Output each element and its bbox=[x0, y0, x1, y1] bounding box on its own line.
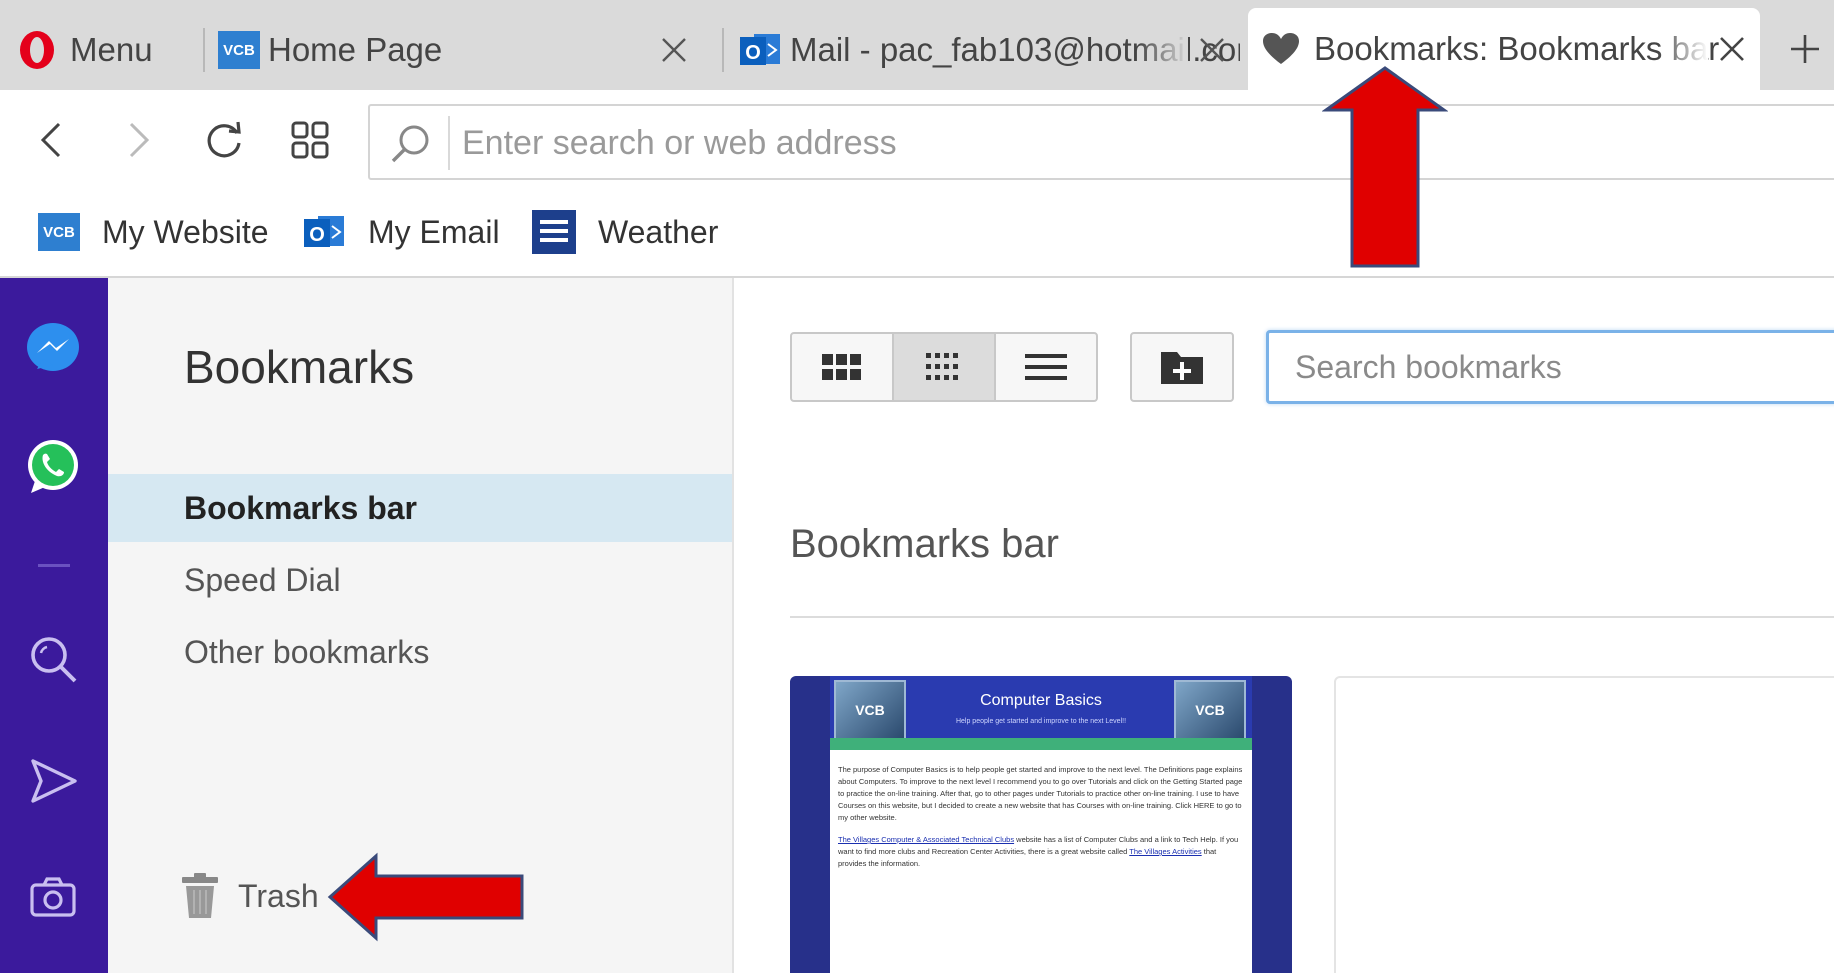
folder-speed-dial[interactable]: Speed Dial bbox=[108, 546, 732, 614]
view-mode-toggle bbox=[790, 332, 1098, 402]
section-divider bbox=[790, 616, 1834, 618]
new-tab-button[interactable] bbox=[1775, 18, 1834, 80]
address-toolbar bbox=[0, 90, 1834, 186]
bookmarks-bar: VCB My Website O My Email Weather bbox=[0, 186, 1834, 278]
section-title: Bookmarks bar bbox=[790, 522, 1059, 566]
bookmark-label: My Email bbox=[368, 213, 500, 250]
chevron-right-icon bbox=[129, 122, 150, 158]
search-icon bbox=[391, 125, 429, 163]
chevron-left-icon bbox=[40, 122, 61, 158]
thumbnail-paragraph: The Villages Computer & Associated Techn… bbox=[838, 834, 1244, 870]
bookmarks-main: Bookmarks bar Computer Basics Help peopl… bbox=[734, 278, 1834, 973]
weather-channel-icon bbox=[532, 210, 576, 254]
small-grid-view-button[interactable] bbox=[894, 334, 996, 400]
bookmark-label: Weather bbox=[598, 213, 719, 250]
heart-icon bbox=[1262, 32, 1300, 66]
plus-icon bbox=[1791, 35, 1819, 63]
search-icon bbox=[31, 637, 77, 683]
tab-fade bbox=[1138, 10, 1188, 90]
annotation-arrow-left bbox=[327, 852, 524, 942]
back-button[interactable] bbox=[26, 114, 78, 166]
forward-button[interactable] bbox=[112, 114, 164, 166]
opera-menu-button[interactable]: Menu bbox=[18, 10, 198, 90]
close-icon[interactable] bbox=[1194, 32, 1230, 68]
vcb-logo: VCB bbox=[1174, 680, 1246, 740]
menu-label: Menu bbox=[70, 31, 153, 68]
outlook-icon: O bbox=[740, 30, 782, 70]
bookmark-label: My Website bbox=[102, 213, 269, 250]
folder-label: Bookmarks bar bbox=[184, 489, 417, 526]
svg-text:O: O bbox=[309, 224, 325, 246]
close-icon[interactable] bbox=[1714, 31, 1750, 67]
bookmark-weather[interactable]: Weather bbox=[532, 208, 718, 256]
bookmark-thumbnail-my-website[interactable]: Computer Basics Help people get started … bbox=[790, 676, 1292, 973]
trash-label: Trash bbox=[238, 877, 319, 914]
address-divider bbox=[448, 116, 450, 170]
search-bookmarks-field[interactable] bbox=[1266, 330, 1834, 404]
snapshot-button[interactable] bbox=[22, 866, 84, 928]
add-folder-icon bbox=[1161, 352, 1203, 384]
thumbnail-paragraph: The purpose of Computer Basics is to hel… bbox=[838, 765, 1243, 822]
large-grid-icon bbox=[822, 354, 861, 380]
outlook-icon: O bbox=[304, 212, 346, 252]
thumbnail-body: The purpose of Computer Basics is to hel… bbox=[830, 750, 1252, 973]
thumbnail-nav bbox=[830, 738, 1252, 750]
opera-logo-icon bbox=[18, 29, 56, 71]
small-grid-icon bbox=[926, 353, 958, 380]
search-panel-button[interactable] bbox=[22, 628, 84, 690]
vcb-logo: VCB bbox=[834, 680, 906, 740]
vcb-icon: VCB bbox=[38, 213, 80, 251]
large-grid-view-button[interactable] bbox=[792, 334, 894, 400]
send-icon bbox=[31, 759, 77, 803]
tab-title: Home Page bbox=[268, 31, 443, 68]
bookmark-thumbnail-my-email[interactable] bbox=[1334, 676, 1834, 973]
bookmark-my-website[interactable]: VCB My Website bbox=[38, 208, 269, 256]
folder-label: Other bookmarks bbox=[184, 633, 430, 670]
bookmark-my-email[interactable]: O My Email bbox=[304, 208, 500, 256]
address-field[interactable] bbox=[368, 104, 1834, 180]
grid-icon bbox=[291, 121, 329, 159]
rail-divider bbox=[38, 564, 70, 567]
new-folder-button[interactable] bbox=[1130, 332, 1234, 402]
trash-icon bbox=[182, 873, 218, 918]
folder-bookmarks-bar[interactable]: Bookmarks bar bbox=[108, 474, 732, 542]
page-title: Bookmarks bbox=[184, 341, 415, 393]
messenger-icon bbox=[27, 323, 79, 371]
tab-mail[interactable]: O Mail - pac_fab103@hotmail.com bbox=[740, 10, 1240, 90]
thumbnail-link: The Villages Activities bbox=[1129, 847, 1202, 856]
tab-fade bbox=[1658, 8, 1708, 90]
vcb-icon: VCB bbox=[218, 31, 260, 69]
trash-item[interactable]: Trash bbox=[180, 866, 319, 926]
list-icon bbox=[1025, 354, 1067, 380]
folder-label: Speed Dial bbox=[184, 561, 341, 598]
whatsapp-icon bbox=[28, 440, 78, 493]
tab-home-page[interactable]: VCB Home Page bbox=[218, 10, 702, 90]
list-view-button[interactable] bbox=[996, 334, 1096, 400]
tab-divider bbox=[203, 28, 205, 72]
address-input[interactable] bbox=[462, 116, 1762, 170]
folder-other-bookmarks[interactable]: Other bookmarks bbox=[108, 618, 732, 686]
thumbnail-link: The Villages Computer & Associated Techn… bbox=[838, 835, 1015, 844]
camera-icon bbox=[30, 877, 76, 917]
annotation-arrow-up bbox=[1322, 66, 1448, 268]
tabs-grid-button[interactable] bbox=[284, 114, 336, 166]
reload-button[interactable] bbox=[198, 114, 250, 166]
tab-strip: Menu VCB Home Page O Mail - pac_fab103@h… bbox=[0, 0, 1834, 90]
svg-text:O: O bbox=[745, 42, 761, 64]
tab-divider bbox=[722, 28, 724, 72]
close-icon[interactable] bbox=[656, 32, 692, 68]
whatsapp-button[interactable] bbox=[22, 436, 84, 498]
flow-button[interactable] bbox=[22, 750, 84, 812]
messenger-button[interactable] bbox=[22, 318, 84, 380]
sidebar-rail bbox=[0, 278, 108, 973]
reload-icon bbox=[207, 121, 241, 158]
search-bookmarks-input[interactable] bbox=[1269, 333, 1834, 401]
